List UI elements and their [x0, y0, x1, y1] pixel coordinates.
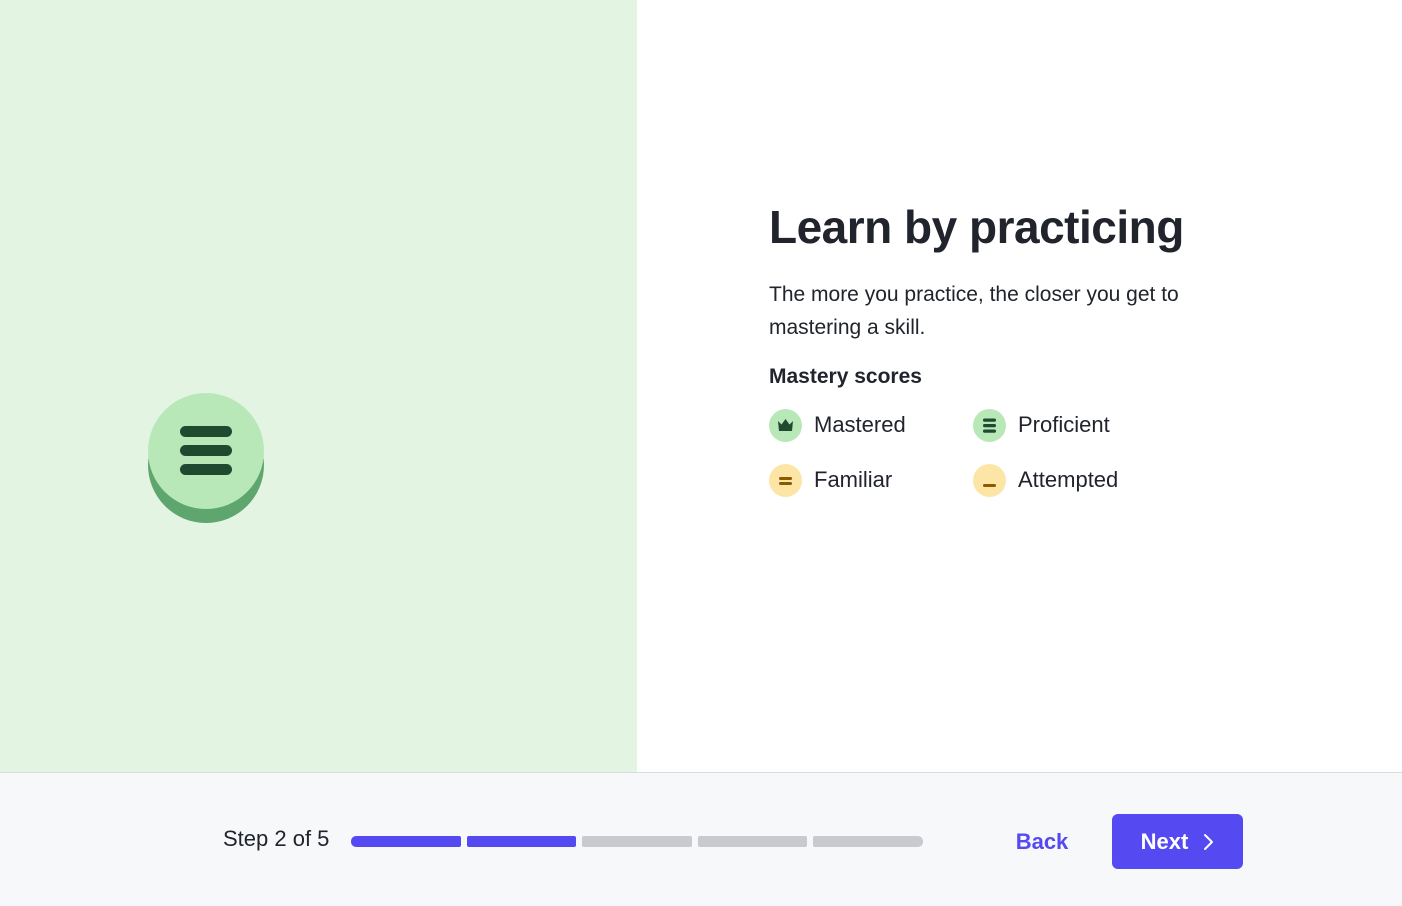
two-bars-icon: [769, 463, 802, 497]
step-progress-bar: [351, 836, 923, 847]
legend-item-proficient: Proficient: [973, 408, 1110, 442]
progress-segment: [813, 836, 923, 847]
three-bars-icon: [973, 408, 1006, 442]
page-description: The more you practice, the closer you ge…: [769, 283, 1179, 339]
back-button[interactable]: Back: [1000, 814, 1084, 869]
illustration-panel: [0, 0, 637, 772]
progress-segment: [351, 836, 461, 847]
one-bar-icon: [973, 463, 1006, 497]
back-button-label: Back: [1015, 828, 1069, 854]
progress-segment: [697, 836, 808, 847]
next-button[interactable]: Next: [1112, 814, 1243, 869]
progress-segment: [466, 836, 577, 847]
step-indicator: Step 2 of 5: [223, 826, 330, 851]
mastery-scores-heading: Mastery scores: [769, 365, 922, 388]
page-title: Learn by practicing: [769, 201, 1184, 253]
chevron-right-icon: [1204, 833, 1214, 850]
legend-item-familiar: Familiar: [769, 463, 892, 497]
crown-icon: [769, 408, 802, 442]
legend-item-attempted: Attempted: [973, 463, 1118, 497]
info-panel: [637, 0, 1402, 772]
legend-label-proficient: Proficient: [1018, 412, 1110, 437]
legend-label-familiar: Familiar: [814, 467, 893, 492]
proficient-badge-icon: [148, 393, 264, 523]
next-button-label: Next: [1140, 828, 1189, 854]
progress-segment: [582, 836, 692, 847]
legend-label-mastered: Mastered: [814, 412, 906, 437]
legend-item-mastered: Mastered: [769, 408, 906, 442]
legend-label-attempted: Attempted: [1018, 467, 1119, 492]
onboarding-content: Learn by practicing The more you practic…: [0, 0, 1402, 772]
